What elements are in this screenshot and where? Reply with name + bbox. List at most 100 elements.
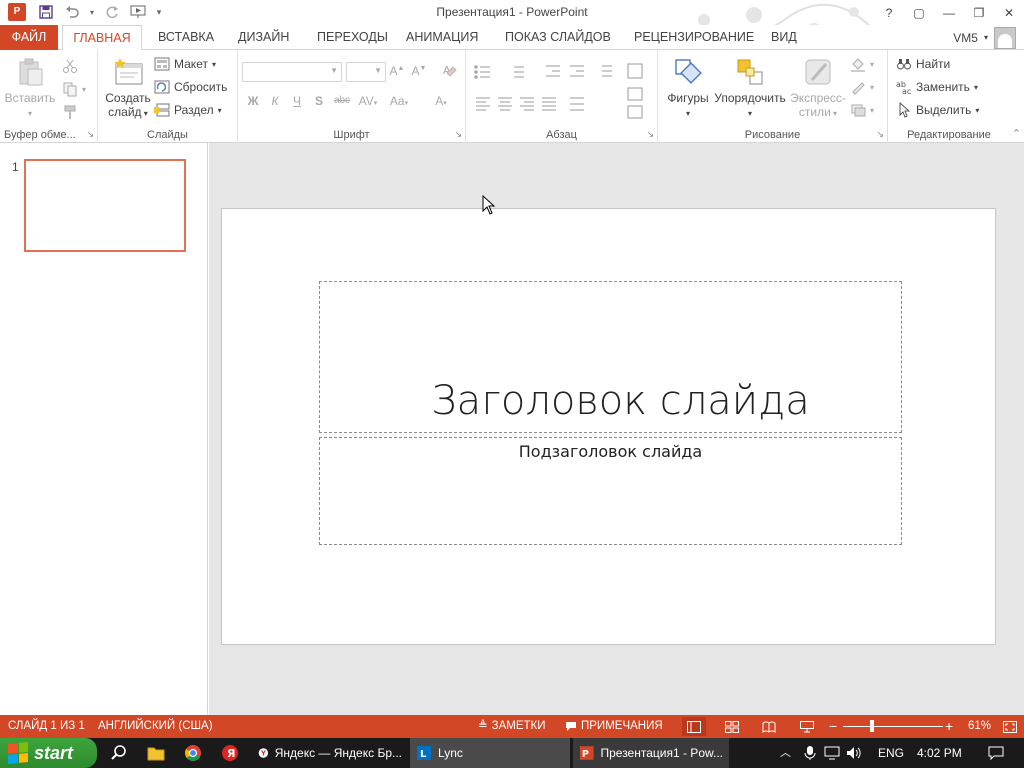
minimize-button[interactable]: —	[934, 0, 964, 25]
quick-styles-button[interactable]: Экспресс-стили ▾	[788, 56, 848, 119]
zoom-level[interactable]: 61%	[968, 715, 991, 738]
tab-insert[interactable]: ВСТАВКА	[152, 25, 220, 50]
action-center-icon[interactable]	[824, 738, 840, 768]
ribbon-tabs: ФАЙЛ ГЛАВНАЯ ВСТАВКА ДИЗАЙН ПЕРЕХОДЫ АНИ…	[0, 25, 1024, 51]
tab-view[interactable]: ВИД	[765, 25, 803, 50]
microphone-icon[interactable]	[804, 738, 816, 768]
collapse-ribbon-icon[interactable]: ⌃	[1012, 127, 1021, 140]
subtitle-placeholder[interactable]: Подзаголовок слайда	[319, 437, 902, 545]
svg-text:L: L	[420, 749, 427, 760]
chrome-icon[interactable]	[182, 742, 204, 764]
section-button[interactable]: Раздел ▾	[154, 100, 222, 120]
zoom-in-button[interactable]: +	[945, 715, 953, 738]
shadow-button[interactable]: S	[310, 94, 328, 108]
font-color-button[interactable]: A▾	[428, 94, 454, 108]
taskbar-item-yandex-browser[interactable]: Y Яндекс — Яндекс Бр...	[252, 738, 408, 768]
decrease-font-size-icon[interactable]: A▼	[410, 64, 428, 78]
yandex-icon[interactable]: Я	[219, 742, 241, 764]
binoculars-icon	[897, 59, 911, 70]
volume-icon[interactable]	[846, 738, 862, 768]
ribbon-display-options-button[interactable]: ▢	[904, 0, 934, 25]
replace-button[interactable]: ab ac Заменить ▾	[896, 77, 978, 97]
shape-outline-button[interactable]: ▾	[850, 77, 874, 97]
user-account[interactable]: VM5 ▾	[953, 25, 1016, 50]
shape-fill-button[interactable]: ▾	[850, 54, 874, 74]
reset-button[interactable]: Сбросить	[154, 77, 227, 97]
layout-button[interactable]: Макет ▾	[154, 54, 216, 74]
notifications-icon[interactable]	[988, 738, 1004, 768]
file-explorer-icon[interactable]	[145, 742, 167, 764]
group-label-drawing: Рисование	[744, 129, 801, 141]
copy-button[interactable]: ▾	[62, 79, 86, 99]
help-button[interactable]: ?	[874, 0, 904, 25]
section-icon	[154, 103, 170, 117]
language-indicator[interactable]: АНГЛИЙСКИЙ (США)	[98, 715, 213, 738]
tab-home[interactable]: ГЛАВНАЯ	[62, 25, 142, 51]
tab-transitions[interactable]: ПЕРЕХОДЫ	[311, 25, 394, 50]
fit-slide-button[interactable]	[998, 717, 1022, 736]
zoom-slider-track[interactable]	[843, 726, 943, 727]
group-label-paragraph: Абзац	[546, 129, 577, 141]
zoom-out-button[interactable]: −	[829, 715, 837, 738]
taskbar-item-lync[interactable]: L Lync	[410, 738, 570, 768]
new-slide-button[interactable]: Создать слайд ▾	[102, 56, 154, 119]
tab-design[interactable]: ДИЗАЙН	[232, 25, 295, 50]
svg-text:Y: Y	[260, 750, 266, 758]
arrange-button[interactable]: Упорядочить ▾	[712, 56, 788, 119]
font-launcher-icon[interactable]: ↘	[454, 129, 462, 140]
restore-button[interactable]: ❐	[964, 0, 994, 25]
font-size-combo[interactable]: ▼	[346, 62, 386, 82]
clear-formatting-icon[interactable]: A	[440, 62, 458, 81]
close-button[interactable]: ✕	[994, 0, 1024, 25]
find-button[interactable]: Найти	[896, 54, 950, 74]
title-placeholder[interactable]: Заголовок слайда	[319, 281, 902, 433]
reading-view-button[interactable]	[757, 717, 781, 736]
normal-view-button[interactable]	[682, 717, 706, 736]
paragraph-launcher-icon[interactable]: ↘	[646, 129, 654, 140]
group-font: ▼ ▼ A▲ A▼ A Ж К Ч S abc AV▾ Aa▾ A▾ Шрифт…	[238, 50, 466, 143]
tray-expand-icon[interactable]: ︿	[780, 738, 791, 768]
shapes-button[interactable]: Фигуры ▾	[662, 56, 714, 119]
zoom-slider-thumb[interactable]	[870, 720, 874, 732]
input-language[interactable]: ENG	[878, 738, 904, 768]
underline-button[interactable]: Ч	[288, 94, 306, 108]
slide-thumbnail[interactable]	[24, 159, 186, 252]
tab-animations[interactable]: АНИМАЦИЯ	[400, 25, 484, 50]
lync-icon: L	[417, 746, 431, 760]
clipboard-launcher-icon[interactable]: ↘	[86, 129, 94, 140]
start-button[interactable]: start	[0, 738, 97, 768]
group-label-editing: Редактирование	[907, 129, 991, 141]
group-editing: Найти ab ac Заменить ▾ Выделить ▾ Редактиро…	[888, 50, 1024, 143]
drawing-launcher-icon[interactable]: ↘	[876, 129, 884, 140]
clock[interactable]: 4:02 PM	[917, 738, 962, 768]
comments-button[interactable]: ПРИМЕЧАНИЯ	[565, 715, 663, 738]
reset-icon	[154, 80, 170, 94]
select-button[interactable]: Выделить ▾	[896, 100, 979, 120]
system-tray: ︿ ENG 4:02 PM	[774, 738, 1024, 768]
shape-effects-button[interactable]: ▾	[850, 100, 874, 120]
slideshow-view-button[interactable]	[795, 717, 819, 736]
slide-count: СЛАЙД 1 ИЗ 1	[8, 720, 85, 732]
cut-button[interactable]	[62, 56, 78, 76]
format-painter-button[interactable]	[62, 102, 78, 122]
mouse-cursor-icon	[482, 195, 496, 215]
italic-button[interactable]: К	[266, 94, 284, 108]
character-spacing-button[interactable]: AV▾	[355, 94, 381, 108]
strikethrough-button[interactable]: abc	[331, 95, 353, 106]
notes-button[interactable]: ≜ ЗАМЕТКИ	[478, 715, 546, 738]
paste-button[interactable]: Вставить ▾	[4, 56, 56, 119]
slide-sorter-button[interactable]	[720, 717, 744, 736]
format-painter-icon	[64, 105, 76, 119]
taskbar-item-powerpoint[interactable]: P Презентация1 - Pow...	[573, 738, 729, 768]
bold-button[interactable]: Ж	[244, 94, 262, 108]
tab-review[interactable]: РЕЦЕНЗИРОВАНИЕ	[628, 25, 760, 50]
change-case-button[interactable]: Aa▾	[386, 94, 412, 108]
layout-icon	[154, 57, 170, 71]
tab-slideshow[interactable]: ПОКАЗ СЛАЙДОВ	[499, 25, 617, 50]
tab-file[interactable]: ФАЙЛ	[0, 25, 58, 50]
arrange-icon	[737, 59, 763, 85]
slide-canvas[interactable]: Заголовок слайда Подзаголовок слайда	[221, 208, 996, 645]
search-icon[interactable]	[108, 742, 130, 764]
increase-font-size-icon[interactable]: A▲	[388, 64, 406, 78]
font-name-combo[interactable]: ▼	[242, 62, 342, 82]
